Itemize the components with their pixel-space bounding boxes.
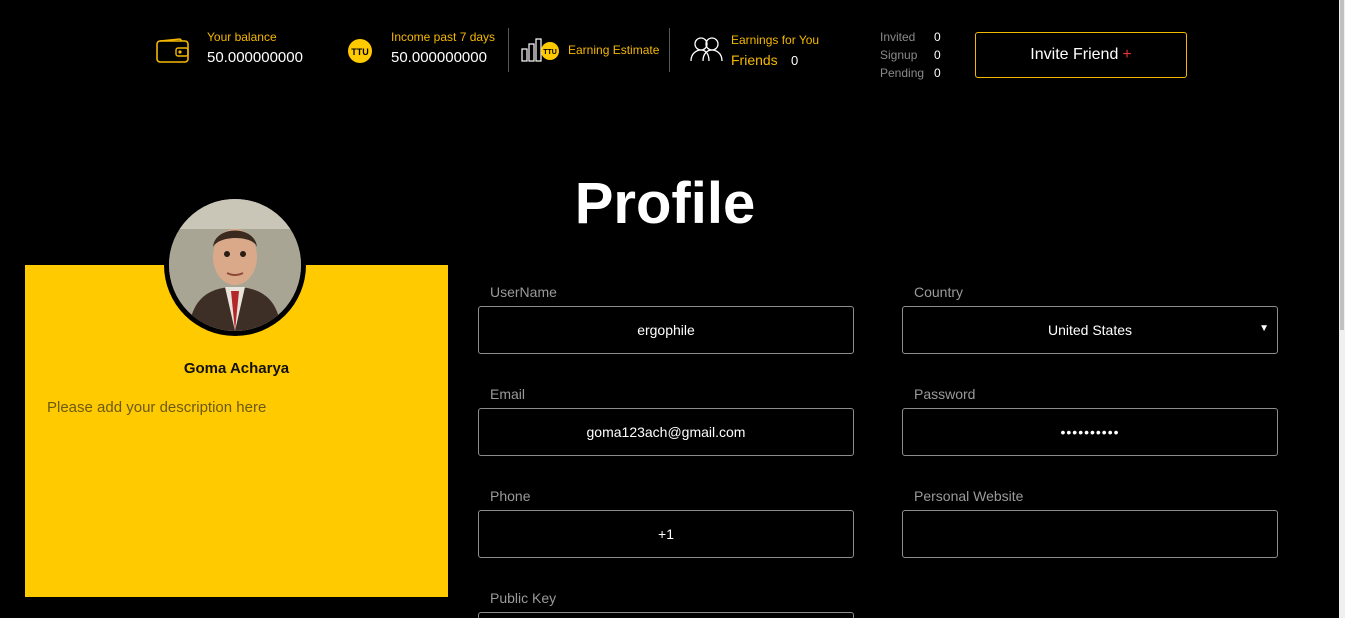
avatar-photo: [169, 199, 301, 331]
email-input[interactable]: goma123ach@gmail.com: [478, 408, 854, 456]
phone-label: Phone: [490, 488, 531, 504]
friends-icon: [689, 35, 725, 63]
stat-signup-label: Signup: [880, 48, 918, 62]
bar-chart-coin-icon: TTU: [521, 37, 561, 63]
stat-pending-label: Pending: [880, 66, 925, 80]
friends-value: 0: [791, 53, 799, 68]
phone-value: +1: [658, 526, 674, 542]
country-value: United States: [1047, 322, 1133, 338]
stat-invited-label: Invited: [880, 30, 916, 44]
scrollbar-thumb[interactable]: [1340, 0, 1344, 330]
website-input[interactable]: [902, 510, 1278, 558]
header-divider: [669, 28, 670, 72]
profile-description[interactable]: Please add your description here: [47, 399, 266, 416]
password-input[interactable]: ••••••••••: [902, 408, 1278, 456]
friends-label: Friends: [731, 52, 778, 68]
password-value: ••••••••••: [1060, 424, 1120, 440]
ttu-coin-icon: TTU: [347, 38, 373, 64]
coin-text: TTU: [351, 47, 369, 57]
header-divider: [508, 28, 509, 72]
country-label: Country: [914, 284, 964, 300]
income-value: 50.000000000: [391, 49, 487, 66]
password-label: Password: [914, 386, 976, 402]
stat-pending-value: 0: [934, 66, 941, 80]
public-key-input[interactable]: [478, 612, 854, 618]
invite-friend-label: Invite Friend: [1030, 46, 1119, 63]
email-value: goma123ach@gmail.com: [586, 424, 746, 440]
stat-signup-value: 0: [934, 48, 941, 62]
avatar[interactable]: [164, 194, 306, 336]
earnings-label: Earnings for You: [731, 33, 820, 47]
balance-label: Your balance: [207, 30, 277, 44]
public-key-label: Public Key: [490, 590, 557, 606]
profile-name: Goma Acharya: [183, 360, 290, 377]
username-label: UserName: [490, 284, 557, 300]
username-input[interactable]: ergophile: [478, 306, 854, 354]
plus-icon: +: [1122, 46, 1132, 63]
stat-invited-value: 0: [934, 30, 941, 44]
caret-down-icon: ▼: [1259, 323, 1269, 334]
phone-input[interactable]: +1: [478, 510, 854, 558]
website-label: Personal Website: [914, 488, 1024, 504]
balance-value: 50.000000000: [207, 49, 303, 66]
country-select[interactable]: United States ▼: [902, 306, 1278, 354]
wallet-icon: [156, 38, 190, 64]
email-label: Email: [490, 386, 526, 402]
username-value: ergophile: [637, 322, 695, 338]
invite-friend-button[interactable]: Invite Friend +: [975, 32, 1187, 78]
coin-text: TTU: [543, 49, 557, 56]
estimate-label[interactable]: Earning Estimate: [568, 43, 659, 57]
income-label: Income past 7 days: [391, 30, 496, 44]
